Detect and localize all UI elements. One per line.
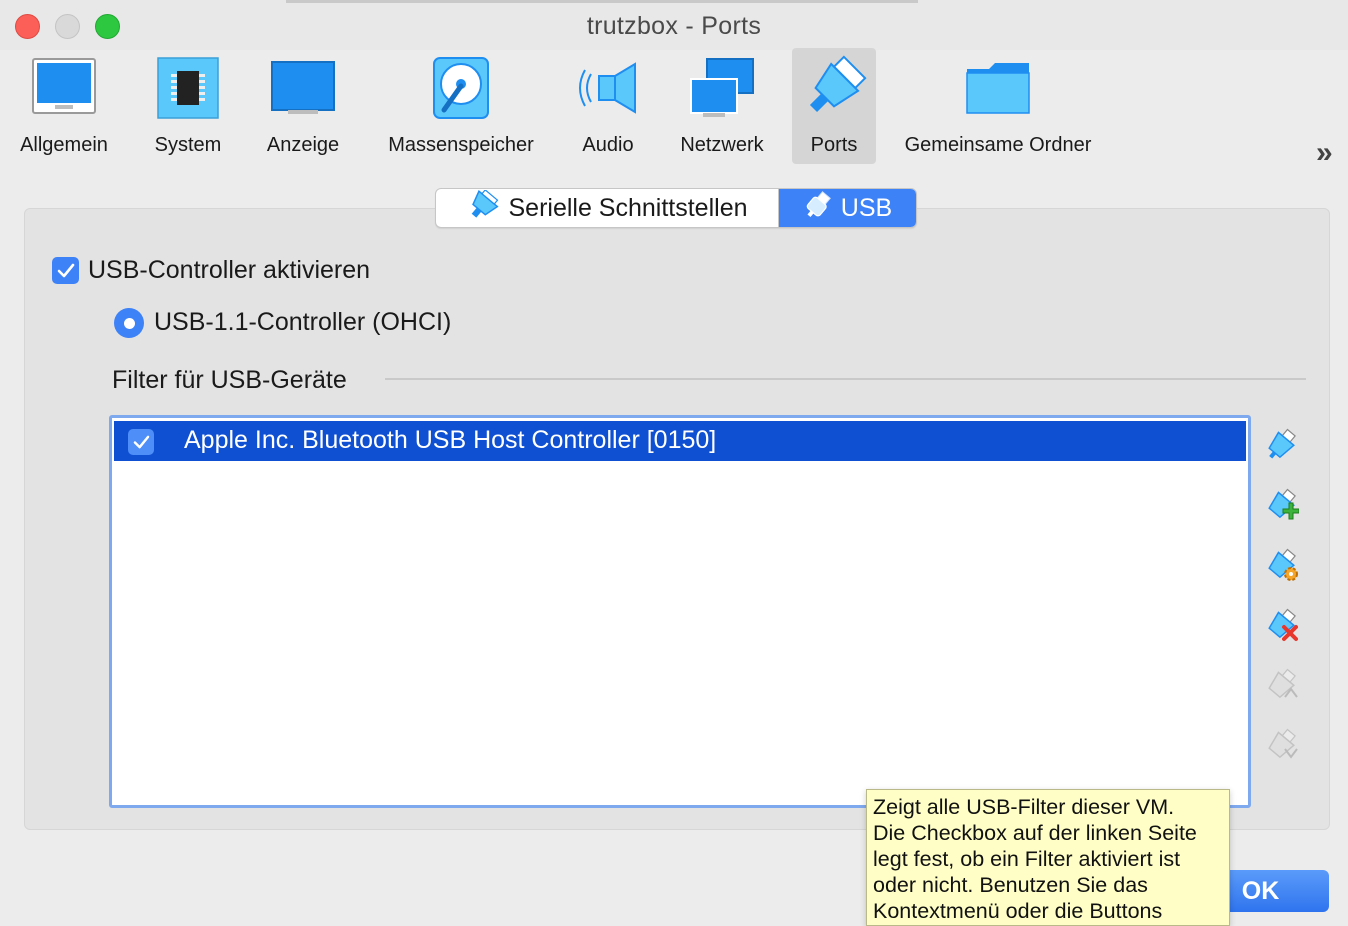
usb-filter-checkbox[interactable] xyxy=(128,429,154,455)
folder-icon xyxy=(964,54,1032,122)
usb-filter-move-up-icon xyxy=(1268,668,1298,699)
window-title: trutzbox - Ports xyxy=(586,12,762,40)
usb-controller-radio[interactable] xyxy=(114,308,144,338)
tab-usb[interactable]: USB xyxy=(779,189,916,227)
settings-toolbar: Allgemein System Anzeige Massenspeicher … xyxy=(0,48,1348,170)
tooltip-line: Kontextmenü oder die Buttons xyxy=(873,899,1163,923)
toolbar-item-gemeinsame-ordner[interactable]: Gemeinsame Ordner xyxy=(896,48,1100,164)
usb-plug-icon xyxy=(803,190,833,226)
radio-dot xyxy=(123,317,135,329)
tooltip-line: legt fest, ob ein Filter aktiviert ist xyxy=(873,847,1181,871)
toolbar-item-massenspeicher[interactable]: Massenspeicher xyxy=(378,48,544,164)
toolbar-label: Netzwerk xyxy=(680,134,764,156)
usb-filter-edit-button[interactable] xyxy=(1262,546,1300,584)
toolbar-item-audio[interactable]: Audio xyxy=(568,48,648,164)
ok-button-label: OK xyxy=(1241,876,1280,905)
usb-filters-separator xyxy=(385,378,1306,380)
general-monitor-icon xyxy=(30,54,98,122)
toolbar-label: Anzeige xyxy=(266,134,340,156)
usb-filter-move-down-icon xyxy=(1268,728,1298,759)
checkmark-icon xyxy=(133,435,149,448)
usb-filter-add-icon xyxy=(1268,488,1299,520)
toolbar-item-anzeige[interactable]: Anzeige xyxy=(254,48,352,164)
chip-icon xyxy=(154,54,222,122)
checkmark-icon xyxy=(57,263,74,277)
display-icon xyxy=(269,54,337,122)
storage-disk-icon xyxy=(427,54,495,122)
tooltip-line: Zeigt alle USB-Filter dieser VM. xyxy=(873,795,1175,819)
tooltip-line: oder nicht. Benutzen Sie das xyxy=(873,873,1148,897)
usb-enable-label[interactable]: USB-Controller aktivieren xyxy=(88,256,370,285)
usb-filter-remove-button[interactable] xyxy=(1262,606,1300,644)
table-row[interactable]: Apple Inc. Bluetooth USB Host Controller… xyxy=(114,421,1246,461)
network-icon xyxy=(688,54,756,122)
toolbar-item-ports[interactable]: Ports xyxy=(792,48,876,164)
title-bar: trutzbox - Ports xyxy=(0,0,1348,50)
toolbar-label: Gemeinsame Ordner xyxy=(904,134,1092,156)
usb-filter-label: Apple Inc. Bluetooth USB Host Controller… xyxy=(184,426,717,454)
usb-filter-add-button[interactable] xyxy=(1262,486,1300,524)
tab-serial-ports[interactable]: Serielle Schnittstellen xyxy=(436,189,779,227)
usb-filters-tooltip: Zeigt alle USB-Filter dieser VM. Die Che… xyxy=(866,789,1230,926)
usb-filter-new-icon xyxy=(1268,428,1296,459)
tooltip-line: Die Checkbox auf der linken Seite xyxy=(873,821,1197,845)
usb-filters-heading: Filter für USB-Geräte xyxy=(112,366,347,394)
usb-controller-label[interactable]: USB-1.1-Controller (OHCI) xyxy=(154,308,451,337)
usb-filter-new-button[interactable] xyxy=(1262,426,1300,464)
chevron-double-right-icon[interactable]: » xyxy=(1316,136,1333,170)
toolbar-label: Allgemein xyxy=(20,134,108,156)
toolbar-item-system[interactable]: System xyxy=(142,48,234,164)
usb-filter-move-down-button[interactable] xyxy=(1262,726,1300,764)
toolbar-label: Ports xyxy=(810,134,858,156)
toolbar-item-netzwerk[interactable]: Netzwerk xyxy=(670,48,774,164)
usb-filters-list[interactable]: Apple Inc. Bluetooth USB Host Controller… xyxy=(109,415,1251,808)
toolbar-item-allgemein[interactable]: Allgemein xyxy=(8,48,120,164)
usb-enable-checkbox[interactable] xyxy=(52,257,79,284)
toolbar-label: System xyxy=(154,134,222,156)
title-bar-edge xyxy=(286,0,918,3)
usb-filter-move-up-button[interactable] xyxy=(1262,666,1300,704)
serial-port-icon xyxy=(466,189,500,227)
toolbar-label: Massenspeicher xyxy=(388,134,534,156)
ports-tab-bar: Serielle Schnittstellen USB xyxy=(435,188,917,228)
tab-usb-label: USB xyxy=(840,193,893,222)
toolbar-label: Audio xyxy=(582,134,634,156)
speaker-icon xyxy=(574,54,642,122)
usb-filter-edit-icon xyxy=(1268,548,1298,581)
ports-plug-icon xyxy=(800,54,868,122)
tab-serial-label: Serielle Schnittstellen xyxy=(508,193,748,222)
usb-filter-remove-icon xyxy=(1268,608,1298,641)
